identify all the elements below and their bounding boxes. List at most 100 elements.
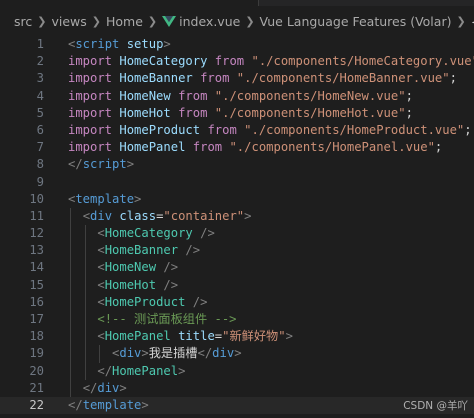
code-line[interactable]: 4 import HomeNew from "./components/HomeN… <box>0 88 474 105</box>
code-line[interactable]: 17 <!-- 测试面板组件 --> <box>0 311 474 329</box>
line-code: <HomeCategory /> <box>68 225 214 242</box>
code-line[interactable]: 11 <div class="container"> <box>0 207 474 226</box>
line-code: <template> <box>68 191 141 208</box>
code-token: </ <box>68 157 83 172</box>
code-token: "./components/HomePanel.vue" <box>229 140 435 155</box>
tab-bar-edge <box>0 0 474 6</box>
code-token: "./components/HomeBanner.vue" <box>236 71 450 86</box>
code-token: HomeBanner <box>104 243 179 258</box>
code-token: import <box>68 140 113 155</box>
line-number: 7 <box>36 140 44 155</box>
line-number: 14 <box>29 260 44 275</box>
code-token: div <box>212 346 235 361</box>
line-number: 1 <box>36 37 44 51</box>
line-number: 11 <box>29 208 44 223</box>
code-line[interactable]: 15 <HomeHot /> <box>0 276 474 294</box>
code-line[interactable]: 6 import HomeProduct from "./components/H… <box>0 122 474 139</box>
code-token: HomeHot <box>104 277 157 292</box>
breadcrumb-item-home[interactable]: Home <box>104 14 145 29</box>
line-code: </HomePanel> <box>68 363 185 380</box>
code-line[interactable]: 5 import HomeHot from "./components/HomeH… <box>0 105 474 122</box>
code-token: HomeProduct <box>119 122 201 137</box>
line-number: 17 <box>29 312 44 326</box>
breadcrumb-item-language[interactable]: Vue Language Features (Volar) <box>258 14 454 29</box>
code-token: ; <box>405 105 413 120</box>
code-token: template <box>82 397 142 412</box>
code-token: ; <box>434 140 443 155</box>
code-line[interactable]: 7 import HomePanel from "./components/Hom… <box>0 139 474 156</box>
code-editor[interactable]: 1 <script setup> 2 import HomeCategory from… <box>0 36 474 418</box>
line-number: 19 <box>29 346 44 361</box>
code-token: > <box>163 37 171 51</box>
line-number: 16 <box>29 294 44 309</box>
line-code: <div>我是插槽</div> <box>68 345 242 362</box>
line-code: import HomeBanner from "./components/Hom… <box>68 70 457 87</box>
code-line[interactable]: 16 <HomeProduct /> <box>0 293 474 311</box>
breadcrumb-item-src[interactable]: src <box>0 14 34 29</box>
line-code: import HomeHot from "./components/HomeHo… <box>68 105 413 122</box>
code-token: < <box>82 208 91 223</box>
code-token: /> <box>192 294 208 309</box>
code-line[interactable]: 1 <script setup> <box>0 36 474 53</box>
line-number: 8 <box>36 157 44 172</box>
code-line[interactable]: 10 <template> <box>0 191 474 208</box>
code-token: class <box>119 208 157 223</box>
code-token: div <box>97 380 120 395</box>
line-code: </div> <box>68 380 127 397</box>
code-token: < <box>97 226 105 241</box>
code-token: HomeBanner <box>119 71 193 86</box>
code-line[interactable]: 21 </div> <box>0 379 474 397</box>
code-token: import <box>68 88 113 103</box>
code-token: "container" <box>163 208 245 223</box>
line-number: 6 <box>36 122 44 137</box>
code-line[interactable]: 18 <HomePanel title="新鲜好物"> <box>0 328 474 346</box>
breadcrumb-item-file[interactable]: index.vue <box>160 14 242 29</box>
line-number: 21 <box>29 380 44 395</box>
code-token: > <box>119 380 127 395</box>
code-token: "./components/HomeNew.vue" <box>214 88 406 103</box>
code-token: HomePanel <box>104 329 171 344</box>
code-token: HomeHot <box>119 105 171 120</box>
code-line[interactable]: 3 import HomeBanner from "./components/Ho… <box>0 70 474 87</box>
breadcrumb-item-views[interactable]: views <box>49 14 88 29</box>
line-number: 3 <box>36 71 44 86</box>
code-token: HomeCategory <box>119 54 208 69</box>
code-token: "./components/HomeCategory.vue" <box>251 54 474 69</box>
code-token: div <box>119 346 142 361</box>
code-line[interactable]: 14 <HomeNew /> <box>0 259 474 277</box>
code-line[interactable]: 12 <HomeCategory /> <box>0 225 474 243</box>
code-token: HomeProduct <box>104 294 186 309</box>
code-line[interactable]: 13 <HomeBanner /> <box>0 242 474 260</box>
line-code: <!-- 测试面板组件 --> <box>68 311 236 328</box>
breadcrumb-file-label: index.vue <box>179 13 241 29</box>
chevron-right-icon: ❯ <box>147 14 158 28</box>
code-line[interactable]: 8 </script> <box>0 156 474 173</box>
code-line[interactable]: 19 <div>我是插槽</div> <box>0 345 474 363</box>
code-line[interactable]: 2 import HomeCategory from "./components/… <box>0 53 474 70</box>
code-line[interactable]: 9 <box>0 174 474 191</box>
code-token: from <box>200 71 230 86</box>
code-token: /> <box>163 277 179 292</box>
code-token: < <box>97 294 105 309</box>
code-token: 我是插槽 <box>148 346 198 361</box>
code-token: < <box>97 329 105 344</box>
vue-file-icon <box>162 15 177 27</box>
line-number: 18 <box>29 329 44 344</box>
breadcrumb-item-symbol[interactable]: {}template <box>469 14 474 29</box>
code-line[interactable]: 20 </HomePanel> <box>0 362 474 380</box>
tab-edge <box>258 0 474 6</box>
code-token: </ <box>97 363 113 378</box>
line-code: <HomeBanner /> <box>68 242 200 259</box>
line-code: <HomeNew /> <box>68 259 178 276</box>
code-token: > <box>234 346 242 361</box>
line-code: import HomeProduct from "./components/Ho… <box>68 122 472 139</box>
